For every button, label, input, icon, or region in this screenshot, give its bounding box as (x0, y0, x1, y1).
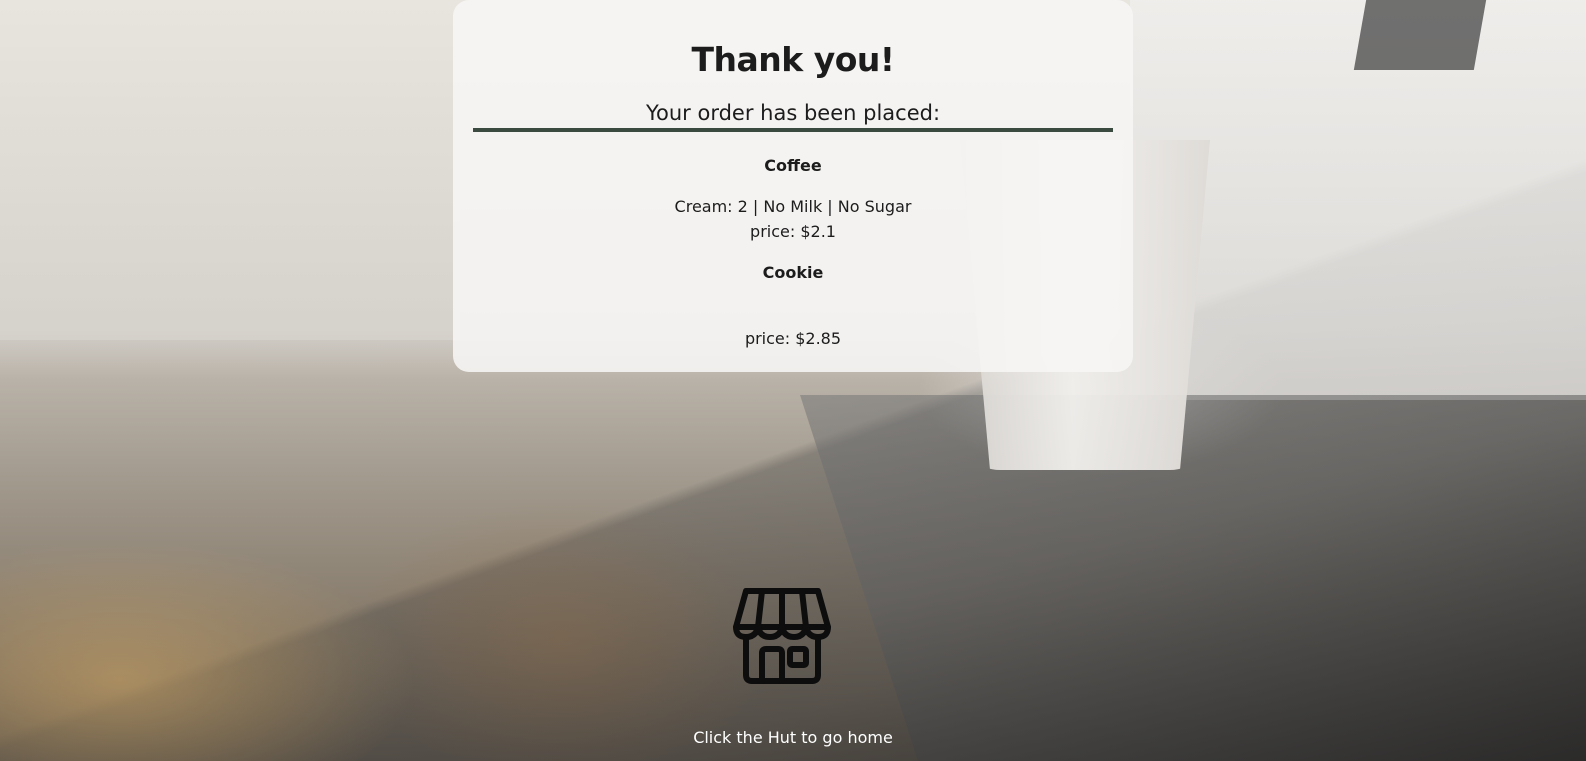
home-button[interactable] (732, 587, 832, 685)
divider (473, 128, 1113, 132)
order-subtitle: Your order has been placed: (645, 101, 941, 125)
order-item-price: price: $2.85 (744, 329, 842, 348)
background-shelf (0, 100, 460, 340)
order-item-price: price: $2.1 (750, 222, 836, 241)
background-counter (800, 395, 1586, 761)
order-item-name: Coffee (764, 156, 822, 175)
background-warm-blur (0, 480, 780, 761)
order-item-options: Cream: 2 | No Milk | No Sugar (674, 197, 912, 216)
order-confirmation-card: Thank you! Your order has been placed: C… (453, 0, 1133, 372)
order-item-name: Cookie (762, 263, 824, 282)
page-title: Thank you! (691, 40, 895, 79)
home-caption: Click the Hut to go home (693, 728, 893, 747)
store-hut-icon[interactable] (732, 587, 832, 685)
background-machine-screen (1353, 0, 1487, 70)
